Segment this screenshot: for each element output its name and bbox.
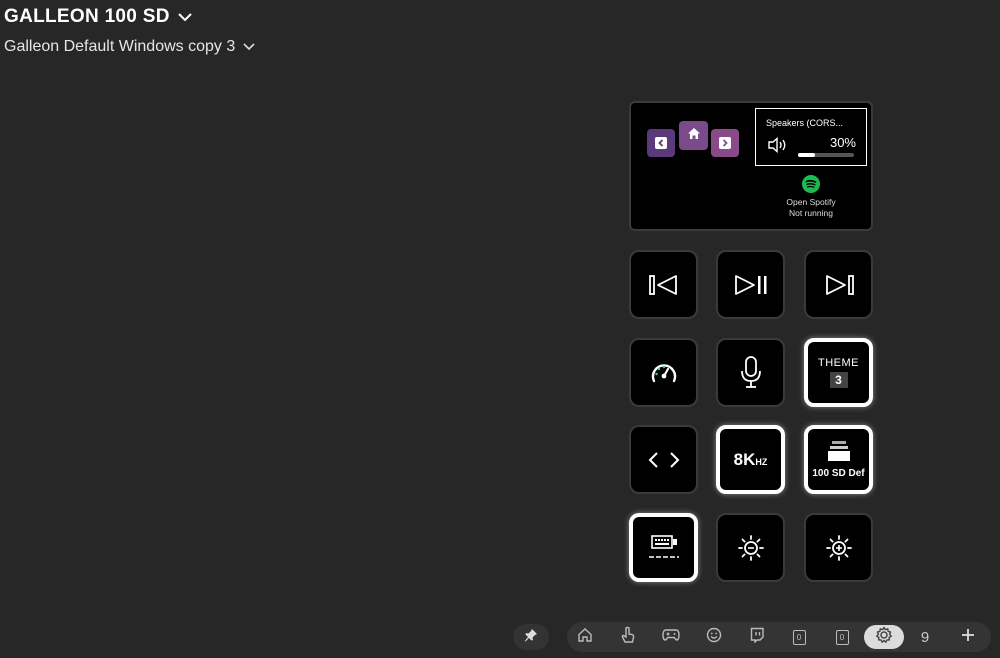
- settings-gear-icon: [875, 626, 893, 648]
- volume-bar: [798, 153, 854, 157]
- code-brackets-icon: [648, 451, 680, 469]
- profile-selector[interactable]: Galleon Default Windows copy 3: [4, 38, 255, 56]
- performance-gauge-icon: [650, 361, 678, 385]
- profile-name: Galleon Default Windows copy 3: [4, 38, 236, 55]
- page-tab-gamepad[interactable]: [651, 625, 691, 649]
- key-next-track[interactable]: [804, 250, 873, 319]
- pin-icon: [524, 628, 538, 647]
- lcd-nav-next[interactable]: [711, 129, 739, 157]
- device-name: GALLEON 100 SD: [4, 6, 170, 27]
- brightness-up-icon: [825, 534, 853, 562]
- pin-button[interactable]: [513, 624, 549, 650]
- chevron-down-icon: [243, 43, 255, 51]
- page-tab-pointer[interactable]: [608, 625, 648, 649]
- theme-number: 3: [829, 372, 848, 388]
- key-performance[interactable]: [629, 338, 698, 407]
- volume-device-label: Speakers (CORS...: [766, 118, 844, 128]
- theme-label: THEME: [818, 357, 859, 369]
- play-pause-icon: [733, 274, 769, 296]
- device-profile-label: 100 SD Def: [812, 468, 865, 479]
- microphone-icon: [739, 355, 763, 390]
- key-brightness-up[interactable]: [804, 513, 873, 582]
- hand-pointer-icon: [620, 626, 636, 648]
- page-box-icon: 0: [835, 629, 849, 645]
- key-play-pause[interactable]: [716, 250, 785, 319]
- key-brightness-down[interactable]: [716, 513, 785, 582]
- page-tab-smiley[interactable]: [694, 625, 734, 649]
- home-icon: [687, 127, 701, 145]
- key-code-brackets[interactable]: [629, 425, 698, 494]
- key-theme[interactable]: THEME 3: [804, 338, 873, 407]
- lcd-nav-home[interactable]: [679, 121, 708, 150]
- device-profile-icon: [827, 440, 851, 462]
- keyboard-icon: [647, 534, 681, 562]
- spotify-icon[interactable]: [802, 175, 820, 198]
- page-bar: 0 0 9: [567, 622, 991, 652]
- key-polling-rate[interactable]: 8K HZ: [716, 425, 785, 494]
- device-selector[interactable]: GALLEON 100 SD: [4, 6, 192, 28]
- volume-widget[interactable]: Speakers (CORS... 30%: [755, 108, 867, 166]
- page-tab-settings[interactable]: [864, 625, 904, 649]
- page-tab-box-1[interactable]: 0: [779, 625, 819, 649]
- volume-bar-fill: [798, 153, 815, 157]
- add-page-button[interactable]: [948, 625, 988, 649]
- key-previous-track[interactable]: [629, 250, 698, 319]
- volume-percent: 30%: [829, 135, 856, 150]
- spotify-status: Not running: [789, 208, 833, 218]
- polling-rate-unit: HZ: [755, 457, 768, 467]
- key-keyboard[interactable]: [629, 513, 698, 582]
- smiley-icon: [706, 627, 722, 647]
- polling-rate-value: 8K: [733, 449, 756, 469]
- chevron-left-icon: [655, 137, 667, 149]
- page-number[interactable]: 9: [905, 625, 945, 649]
- key-device-profile[interactable]: 100 SD Def: [804, 425, 873, 494]
- lcd-nav-previous[interactable]: [647, 129, 675, 157]
- page-tab-home[interactable]: [565, 625, 605, 649]
- plus-icon: [961, 628, 975, 646]
- brightness-down-icon: [737, 534, 765, 562]
- page-box-icon: 0: [792, 629, 806, 645]
- spotify-open-label: Open Spotify: [786, 197, 836, 207]
- lcd-screen[interactable]: Speakers (CORS... 30% Open Spotify Not r…: [629, 101, 873, 231]
- speaker-icon: [767, 136, 789, 158]
- chevron-right-icon: [719, 137, 731, 149]
- home-icon: [577, 627, 593, 647]
- previous-track-icon: [647, 274, 681, 296]
- gamepad-icon: [662, 628, 680, 646]
- next-track-icon: [822, 274, 856, 296]
- chevron-down-icon: [178, 12, 192, 22]
- page-tab-twitch[interactable]: [737, 625, 777, 649]
- twitch-icon: [749, 627, 765, 647]
- key-microphone[interactable]: [716, 338, 785, 407]
- page-tab-box-2[interactable]: 0: [822, 625, 862, 649]
